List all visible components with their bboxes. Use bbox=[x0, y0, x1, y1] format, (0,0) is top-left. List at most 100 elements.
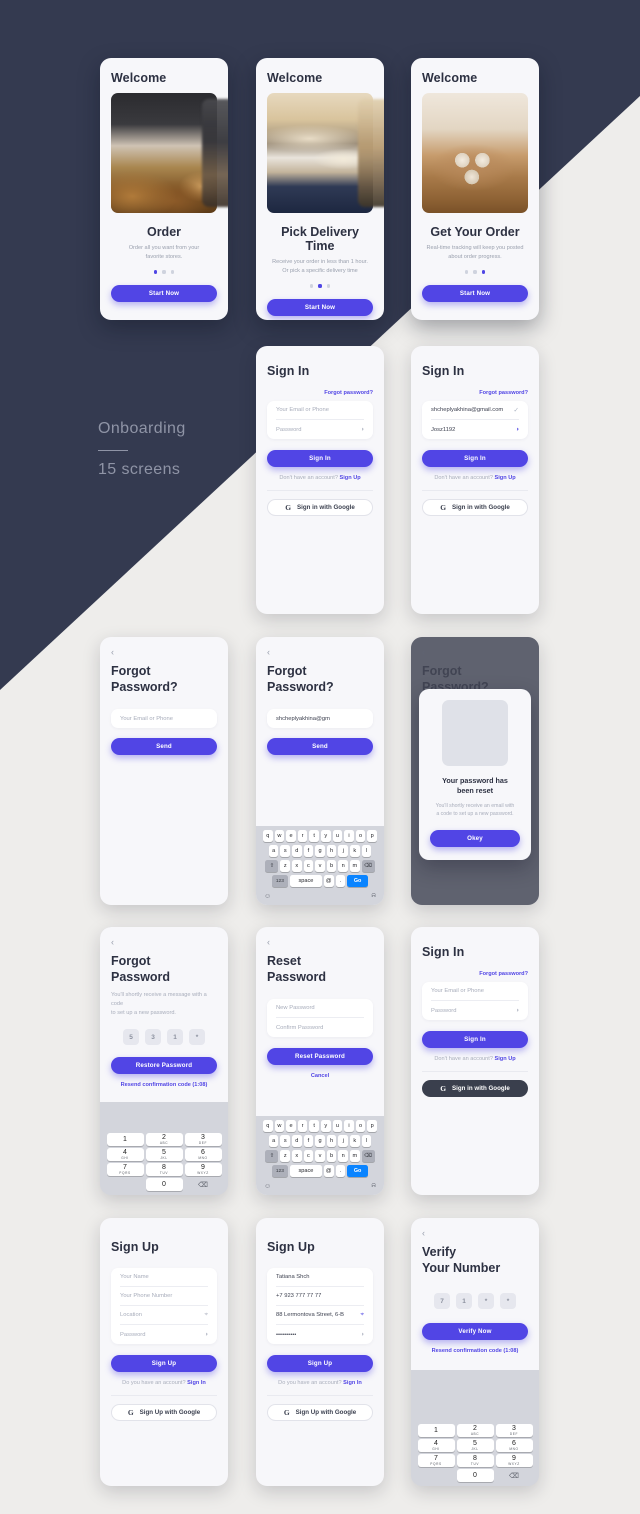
google-signup-button[interactable]: G Sign Up with Google bbox=[267, 1404, 373, 1421]
forgot-password-link[interactable]: Forgot password? bbox=[422, 390, 528, 396]
key-s[interactable]: s bbox=[280, 1135, 291, 1147]
back-button[interactable]: ‹ bbox=[267, 938, 373, 947]
key-v[interactable]: v bbox=[315, 860, 325, 872]
keypad-7[interactable]: 7 PQRS bbox=[106, 1163, 144, 1176]
name-field[interactable]: Tatiana Shch bbox=[276, 1268, 364, 1287]
eye-icon[interactable]: ◑ bbox=[515, 426, 519, 433]
key-o[interactable]: o bbox=[355, 830, 366, 842]
okey-button[interactable]: Okey bbox=[430, 829, 520, 847]
at-key[interactable]: @ bbox=[323, 1165, 334, 1177]
keypad-8[interactable]: 8 TUV bbox=[145, 1163, 183, 1176]
dot-1[interactable] bbox=[154, 270, 158, 274]
reset-password-button[interactable]: Reset Password bbox=[267, 1048, 373, 1066]
key-n[interactable]: n bbox=[338, 860, 348, 872]
send-button[interactable]: Send bbox=[111, 738, 217, 756]
signin-link[interactable]: Sign In bbox=[187, 1380, 206, 1386]
code-digit-3[interactable]: 1 bbox=[167, 1029, 183, 1046]
back-button[interactable]: ‹ bbox=[111, 648, 217, 657]
key-y[interactable]: y bbox=[321, 1120, 331, 1132]
key-y[interactable]: y bbox=[321, 830, 331, 842]
key-g[interactable]: g bbox=[315, 845, 325, 857]
go-key[interactable]: Go bbox=[347, 875, 369, 887]
key-m[interactable]: m bbox=[349, 860, 360, 872]
keypad-9[interactable]: 9 WXYZ bbox=[495, 1454, 533, 1467]
pagination-dots[interactable] bbox=[112, 270, 216, 274]
location-field[interactable]: 88 Lermontova Street, 6-B ⌖ bbox=[276, 1306, 364, 1325]
dot-key[interactable]: . bbox=[335, 1165, 346, 1177]
backspace-icon[interactable]: ⌫ bbox=[185, 1178, 222, 1191]
keypad-2[interactable]: 2 ABC bbox=[145, 1133, 183, 1146]
code-digit-1[interactable]: 5 bbox=[123, 1029, 139, 1046]
key-t[interactable]: t bbox=[309, 830, 319, 842]
verify-now-button[interactable]: Verify Now bbox=[422, 1323, 528, 1341]
key-k[interactable]: k bbox=[349, 845, 360, 857]
dot-1[interactable] bbox=[465, 270, 469, 274]
keypad-0[interactable]: 0 bbox=[456, 1469, 494, 1482]
signin-button[interactable]: Sign In bbox=[422, 450, 528, 467]
signup-button[interactable]: Sign Up bbox=[267, 1355, 373, 1372]
phone-field[interactable]: Your Phone Number bbox=[120, 1287, 208, 1306]
keypad-8[interactable]: 8 TUV bbox=[456, 1454, 494, 1467]
keypad-0[interactable]: 0 bbox=[145, 1178, 183, 1191]
code-digit-2[interactable]: 1 bbox=[456, 1293, 472, 1310]
start-now-button[interactable]: Start Now bbox=[111, 284, 217, 302]
signin-link[interactable]: Sign In bbox=[343, 1380, 362, 1386]
key-e[interactable]: e bbox=[286, 1120, 296, 1132]
keypad-5[interactable]: 5 JKL bbox=[145, 1148, 183, 1161]
key-j[interactable]: j bbox=[338, 1135, 348, 1147]
key-r[interactable]: r bbox=[297, 1120, 308, 1132]
email-field[interactable]: Your Email or Phone bbox=[120, 709, 208, 728]
resend-code-link[interactable]: Resend confirmation code (1:08) bbox=[111, 1082, 217, 1088]
emoji-icon[interactable]: ☺ bbox=[264, 893, 271, 900]
back-button[interactable]: ‹ bbox=[111, 938, 217, 947]
dot-2[interactable] bbox=[473, 270, 477, 274]
dot-3[interactable] bbox=[481, 270, 485, 274]
location-field[interactable]: Location ⌖ bbox=[120, 1306, 208, 1325]
dot-1[interactable] bbox=[310, 284, 314, 288]
key-q[interactable]: q bbox=[263, 830, 273, 842]
forgot-password-link[interactable]: Forgot password? bbox=[267, 390, 373, 396]
password-field[interactable]: Password ◑ bbox=[120, 1325, 208, 1344]
key-h[interactable]: h bbox=[326, 845, 337, 857]
keypad-3[interactable]: 3 DEF bbox=[184, 1133, 222, 1146]
key-e[interactable]: e bbox=[286, 830, 296, 842]
code-input-group[interactable]: 5 3 1 * bbox=[111, 1029, 217, 1046]
numbers-key[interactable]: 123 bbox=[271, 1165, 288, 1177]
keypad-4[interactable]: 4 GHI bbox=[417, 1439, 455, 1452]
location-pin-icon[interactable]: ⌖ bbox=[360, 1311, 364, 1319]
key-j[interactable]: j bbox=[338, 845, 348, 857]
code-digit-2[interactable]: 3 bbox=[145, 1029, 161, 1046]
key-l[interactable]: l bbox=[361, 845, 372, 857]
start-now-button[interactable]: Start Now bbox=[422, 284, 528, 302]
signup-link[interactable]: Sign Up bbox=[495, 1056, 516, 1062]
code-input-group[interactable]: 7 1 * * bbox=[422, 1293, 528, 1310]
key-p[interactable]: p bbox=[367, 830, 377, 842]
name-field[interactable]: Your Name bbox=[120, 1268, 208, 1287]
numbers-key[interactable]: 123 bbox=[271, 875, 288, 887]
signup-link[interactable]: Sign Up bbox=[495, 475, 516, 481]
eye-icon[interactable]: ◑ bbox=[515, 1007, 519, 1014]
google-signin-button[interactable]: G Sign in with Google bbox=[267, 499, 373, 516]
password-field[interactable]: Password ◑ bbox=[276, 420, 364, 439]
key-w[interactable]: w bbox=[274, 830, 285, 842]
key-p[interactable]: p bbox=[367, 1120, 377, 1132]
key-o[interactable]: o bbox=[355, 1120, 366, 1132]
key-d[interactable]: d bbox=[292, 1135, 302, 1147]
cancel-link[interactable]: Cancel bbox=[267, 1073, 373, 1079]
dot-3[interactable] bbox=[326, 284, 330, 288]
back-button[interactable]: ‹ bbox=[422, 1229, 528, 1238]
pagination-dots[interactable] bbox=[268, 284, 372, 288]
backspace-icon[interactable]: ⌫ bbox=[496, 1469, 533, 1482]
numeric-keypad[interactable]: 1 2 ABC 3 DEF 4 GHI 5 JKL 6 MNO 7 PQRS 8 TUV 9W… bbox=[100, 1130, 228, 1195]
signup-button[interactable]: Sign Up bbox=[111, 1355, 217, 1372]
dot-2[interactable] bbox=[162, 270, 166, 274]
key-d[interactable]: d bbox=[292, 845, 302, 857]
code-digit-1[interactable]: 7 bbox=[434, 1293, 450, 1310]
qwerty-keyboard[interactable]: q w e r t y u i o p a s d f g h j k l ⇧ … bbox=[256, 826, 384, 905]
key-b[interactable]: b bbox=[326, 860, 337, 872]
new-password-field[interactable]: New Password bbox=[276, 999, 364, 1019]
key-z[interactable]: z bbox=[280, 860, 291, 872]
google-signup-button[interactable]: G Sign Up with Google bbox=[111, 1404, 217, 1421]
keypad-6[interactable]: 6 MNO bbox=[495, 1439, 533, 1452]
key-i[interactable]: i bbox=[344, 830, 354, 842]
